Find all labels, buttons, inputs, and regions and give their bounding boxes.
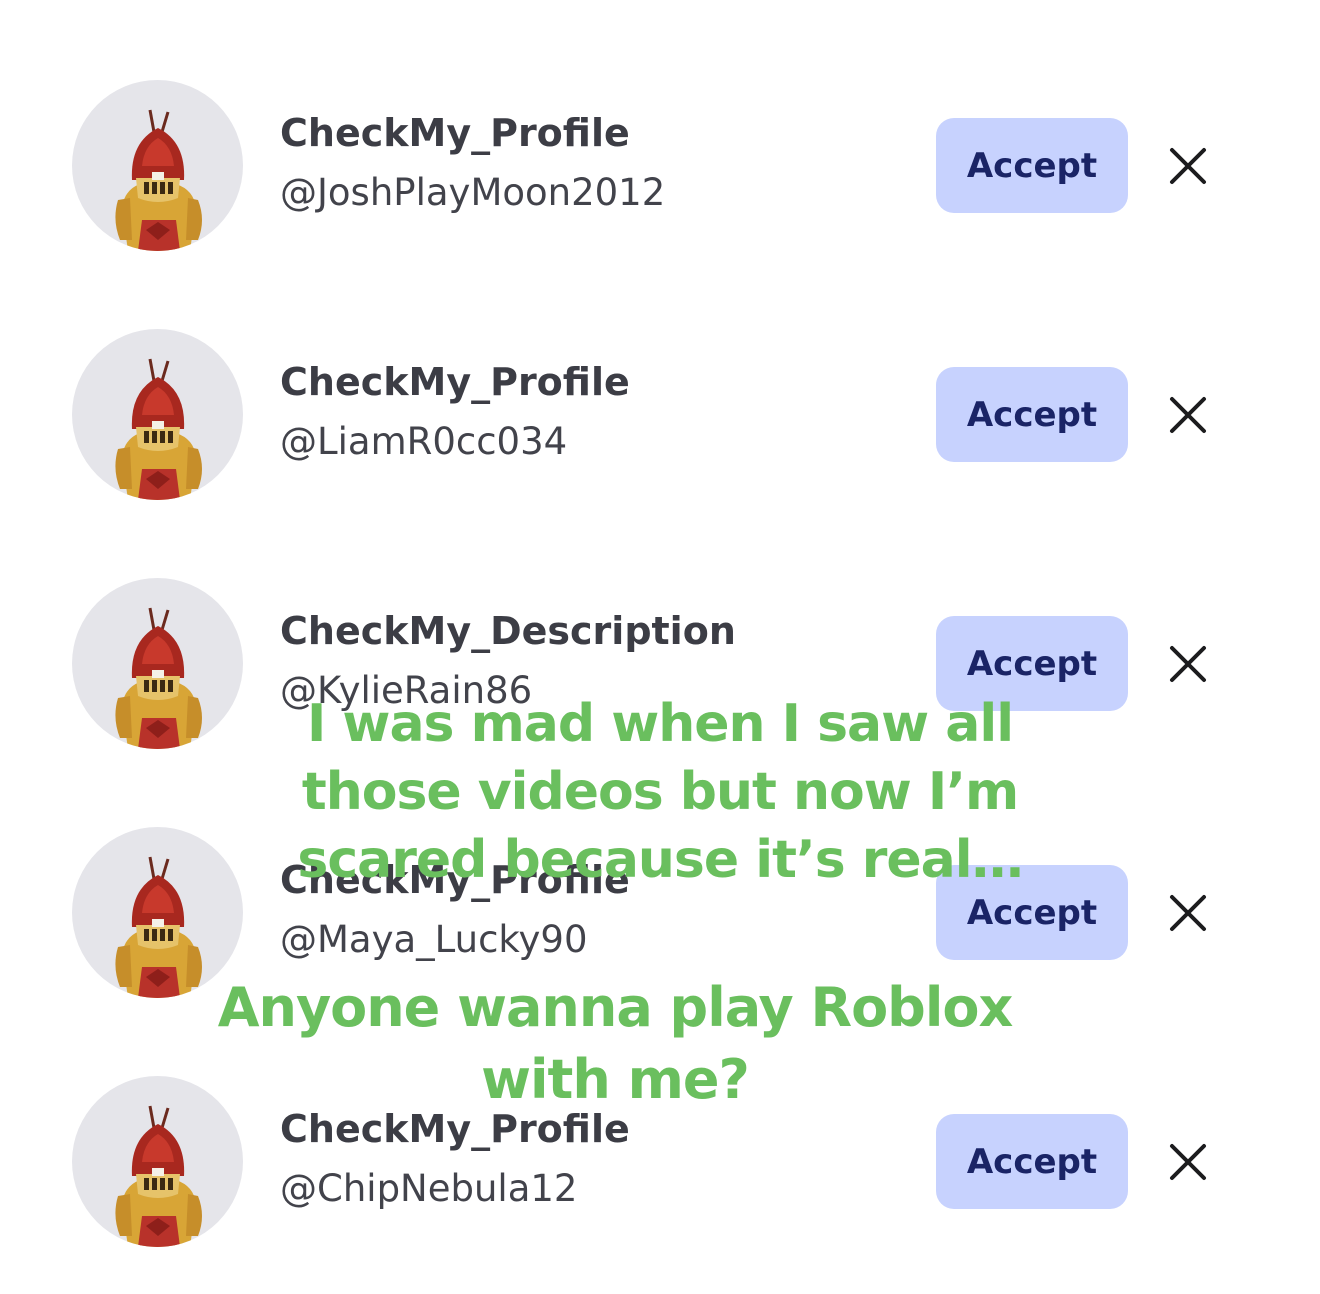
- username: @LiamR0cc034: [280, 420, 568, 463]
- overlay-caption: I was mad when I saw all those videos bu…: [297, 694, 1023, 890]
- display-name: CheckMy_Description: [280, 609, 736, 653]
- accept-button[interactable]: Accept: [936, 118, 1128, 213]
- accept-button[interactable]: Accept: [936, 367, 1128, 462]
- close-icon[interactable]: [1164, 889, 1212, 937]
- close-icon[interactable]: [1164, 391, 1212, 439]
- display-name: CheckMy_Profile: [280, 111, 630, 155]
- knight-avatar-icon: [115, 109, 202, 251]
- username: @Maya_Lucky90: [280, 918, 588, 961]
- username: @ChipNebula12: [280, 1167, 578, 1210]
- accept-button[interactable]: Accept: [936, 1114, 1128, 1209]
- close-icon[interactable]: [1164, 640, 1212, 688]
- overlay-caption: Anyone wanna play Roblox with me?: [217, 976, 1014, 1111]
- username: @JoshPlayMoon2012: [280, 171, 666, 214]
- avatar[interactable]: [72, 80, 243, 251]
- display-name: CheckMy_Profile: [280, 360, 630, 404]
- friend-request-row: CheckMy_Profile @JoshPlayMoon2012 Accept: [0, 80, 1320, 260]
- knight-avatar-icon: [115, 607, 202, 749]
- close-icon[interactable]: [1164, 1138, 1212, 1186]
- friend-request-row: CheckMy_Profile @LiamR0cc034 Accept: [0, 329, 1320, 509]
- avatar[interactable]: [72, 578, 243, 749]
- avatar[interactable]: [72, 329, 243, 500]
- knight-avatar-icon: [115, 358, 202, 500]
- close-icon[interactable]: [1164, 142, 1212, 190]
